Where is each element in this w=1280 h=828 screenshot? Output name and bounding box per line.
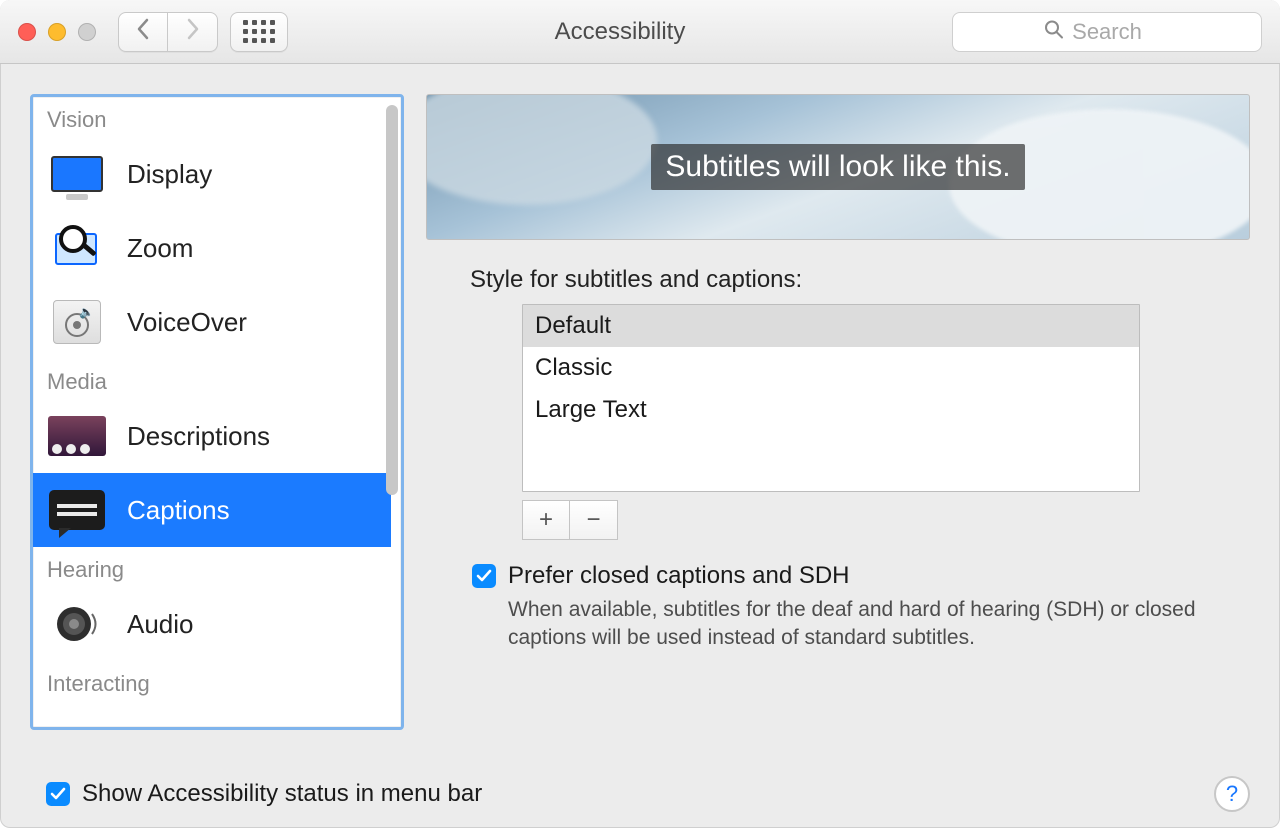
sidebar-section-interacting: Interacting (33, 661, 391, 701)
content-area: Vision Display Zoom 🔈 VoiceOver (0, 64, 1280, 770)
sidebar-item-label: Descriptions (127, 421, 270, 452)
sidebar-item-label: Zoom (127, 233, 193, 264)
sidebar-item-display[interactable]: Display (33, 137, 391, 211)
window-title: Accessibility (302, 18, 938, 46)
zoom-icon (47, 224, 107, 272)
sidebar-item-label: Display (127, 159, 212, 190)
prefer-cc-checkbox[interactable] (472, 564, 496, 588)
style-row-classic[interactable]: Classic (523, 347, 1139, 389)
sidebar-item-audio[interactable]: Audio (33, 587, 391, 661)
prefer-cc-description: When available, subtitles for the deaf a… (508, 596, 1208, 653)
window-controls (18, 23, 96, 41)
remove-style-button[interactable]: − (570, 500, 618, 540)
check-icon (50, 786, 66, 802)
voiceover-icon: 🔈 (47, 298, 107, 346)
help-button[interactable]: ? (1214, 776, 1250, 812)
sidebar-item-zoom[interactable]: Zoom (33, 211, 391, 285)
sidebar-item-voiceover[interactable]: 🔈 VoiceOver (33, 285, 391, 359)
style-row-default[interactable]: Default (523, 305, 1139, 347)
chevron-left-icon (136, 18, 150, 45)
style-row-large-text[interactable]: Large Text (523, 389, 1139, 431)
forward-button[interactable] (168, 12, 218, 52)
back-button[interactable] (118, 12, 168, 52)
titlebar: Accessibility (0, 0, 1280, 64)
sidebar-scrollbar[interactable] (386, 105, 398, 495)
sidebar-item-captions[interactable]: Captions (33, 473, 391, 547)
style-label: Style for subtitles and captions: (470, 266, 1250, 294)
caption-style-list[interactable]: Default Classic Large Text (522, 304, 1140, 492)
nav-back-forward (118, 12, 218, 52)
add-style-button[interactable]: + (522, 500, 570, 540)
search-wrap (952, 12, 1262, 52)
sidebar-item-descriptions[interactable]: Descriptions (33, 399, 391, 473)
sidebar-scroll[interactable]: Vision Display Zoom 🔈 VoiceOver (33, 97, 401, 727)
close-window-button[interactable] (18, 23, 36, 41)
prefer-cc-label: Prefer closed captions and SDH (508, 562, 850, 590)
show-all-button[interactable] (230, 12, 288, 52)
prefer-cc-row: Prefer closed captions and SDH (472, 562, 1250, 590)
accessibility-pref-window: Accessibility Vision Display (0, 0, 1280, 828)
minus-icon: − (586, 506, 600, 534)
sidebar-item-label: Audio (127, 609, 194, 640)
sidebar-item-label: VoiceOver (127, 307, 247, 338)
sidebar: Vision Display Zoom 🔈 VoiceOver (30, 94, 404, 730)
plus-icon: + (539, 506, 553, 534)
sidebar-item-label: Captions (127, 495, 230, 526)
sidebar-section-vision: Vision (33, 97, 391, 137)
subtitle-preview: Subtitles will look like this. (426, 94, 1250, 240)
minimize-window-button[interactable] (48, 23, 66, 41)
zoom-window-button[interactable] (78, 23, 96, 41)
captions-panel: Subtitles will look like this. Style for… (426, 94, 1250, 760)
show-status-label: Show Accessibility status in menu bar (82, 780, 482, 808)
show-status-checkbox[interactable] (46, 782, 70, 806)
check-icon (476, 568, 492, 584)
help-icon: ? (1226, 781, 1238, 807)
style-add-remove: + − (522, 500, 1250, 540)
sidebar-section-media: Media (33, 359, 391, 399)
descriptions-icon (47, 412, 107, 460)
display-icon (47, 150, 107, 198)
grid-icon (243, 20, 275, 43)
footer: Show Accessibility status in menu bar ? (0, 770, 1280, 828)
captions-icon (47, 486, 107, 534)
search-input[interactable] (952, 12, 1262, 52)
sidebar-section-hearing: Hearing (33, 547, 391, 587)
audio-icon (47, 600, 107, 648)
subtitle-preview-text: Subtitles will look like this. (651, 144, 1024, 190)
chevron-right-icon (186, 18, 200, 45)
